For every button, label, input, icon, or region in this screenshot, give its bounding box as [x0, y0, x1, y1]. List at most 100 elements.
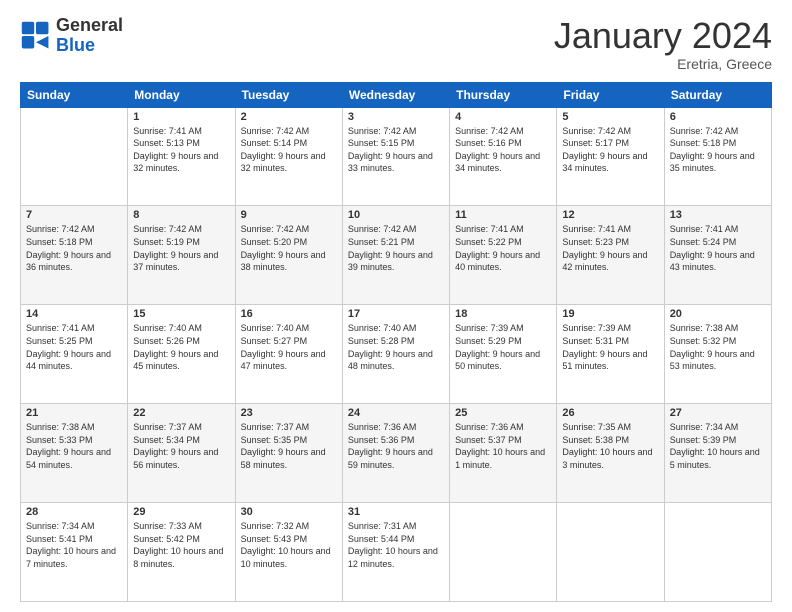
day-number: 8: [133, 209, 229, 221]
sunset-text: Sunset: 5:31 PM: [562, 335, 658, 348]
day-number: 22: [133, 407, 229, 419]
day-number: 28: [26, 506, 122, 518]
sunset-text: Sunset: 5:24 PM: [670, 236, 766, 249]
daylight-text: Daylight: 9 hours and 34 minutes.: [455, 150, 551, 175]
daylight-text: Daylight: 9 hours and 51 minutes.: [562, 348, 658, 373]
table-cell: [557, 503, 664, 602]
cell-text: Sunrise: 7:41 AM Sunset: 5:22 PM Dayligh…: [455, 223, 551, 273]
cell-text: Sunrise: 7:41 AM Sunset: 5:25 PM Dayligh…: [26, 322, 122, 372]
daylight-text: Daylight: 9 hours and 56 minutes.: [133, 446, 229, 471]
daylight-text: Daylight: 9 hours and 48 minutes.: [348, 348, 444, 373]
sunset-text: Sunset: 5:19 PM: [133, 236, 229, 249]
sunset-text: Sunset: 5:15 PM: [348, 137, 444, 150]
day-number: 30: [241, 506, 337, 518]
sunset-text: Sunset: 5:43 PM: [241, 533, 337, 546]
sunset-text: Sunset: 5:33 PM: [26, 434, 122, 447]
sunset-text: Sunset: 5:26 PM: [133, 335, 229, 348]
daylight-text: Daylight: 9 hours and 32 minutes.: [241, 150, 337, 175]
cell-text: Sunrise: 7:34 AM Sunset: 5:41 PM Dayligh…: [26, 520, 122, 570]
day-number: 6: [670, 111, 766, 123]
daylight-text: Daylight: 9 hours and 39 minutes.: [348, 249, 444, 274]
cell-text: Sunrise: 7:38 AM Sunset: 5:32 PM Dayligh…: [670, 322, 766, 372]
sunrise-text: Sunrise: 7:31 AM: [348, 520, 444, 533]
sunrise-text: Sunrise: 7:37 AM: [133, 421, 229, 434]
table-cell: 27 Sunrise: 7:34 AM Sunset: 5:39 PM Dayl…: [664, 404, 771, 503]
cell-text: Sunrise: 7:42 AM Sunset: 5:18 PM Dayligh…: [26, 223, 122, 273]
sunrise-text: Sunrise: 7:38 AM: [670, 322, 766, 335]
sunset-text: Sunset: 5:25 PM: [26, 335, 122, 348]
table-cell: 22 Sunrise: 7:37 AM Sunset: 5:34 PM Dayl…: [128, 404, 235, 503]
sunrise-text: Sunrise: 7:37 AM: [241, 421, 337, 434]
sunrise-text: Sunrise: 7:42 AM: [348, 223, 444, 236]
table-cell: [450, 503, 557, 602]
daylight-text: Daylight: 9 hours and 53 minutes.: [670, 348, 766, 373]
col-tuesday: Tuesday: [235, 82, 342, 107]
cell-text: Sunrise: 7:31 AM Sunset: 5:44 PM Dayligh…: [348, 520, 444, 570]
day-number: 29: [133, 506, 229, 518]
sunrise-text: Sunrise: 7:42 AM: [455, 125, 551, 138]
table-cell: 30 Sunrise: 7:32 AM Sunset: 5:43 PM Dayl…: [235, 503, 342, 602]
logo: General Blue: [20, 16, 123, 56]
sunrise-text: Sunrise: 7:42 AM: [348, 125, 444, 138]
table-cell: 12 Sunrise: 7:41 AM Sunset: 5:23 PM Dayl…: [557, 206, 664, 305]
daylight-text: Daylight: 9 hours and 32 minutes.: [133, 150, 229, 175]
cell-text: Sunrise: 7:42 AM Sunset: 5:18 PM Dayligh…: [670, 125, 766, 175]
daylight-text: Daylight: 9 hours and 37 minutes.: [133, 249, 229, 274]
day-number: 3: [348, 111, 444, 123]
table-cell: 2 Sunrise: 7:42 AM Sunset: 5:14 PM Dayli…: [235, 107, 342, 206]
sunset-text: Sunset: 5:20 PM: [241, 236, 337, 249]
table-cell: 3 Sunrise: 7:42 AM Sunset: 5:15 PM Dayli…: [342, 107, 449, 206]
daylight-text: Daylight: 9 hours and 34 minutes.: [562, 150, 658, 175]
sunset-text: Sunset: 5:39 PM: [670, 434, 766, 447]
day-number: 1: [133, 111, 229, 123]
table-cell: [21, 107, 128, 206]
sunset-text: Sunset: 5:44 PM: [348, 533, 444, 546]
sunset-text: Sunset: 5:14 PM: [241, 137, 337, 150]
cell-text: Sunrise: 7:36 AM Sunset: 5:36 PM Dayligh…: [348, 421, 444, 471]
day-number: 19: [562, 308, 658, 320]
header-row: Sunday Monday Tuesday Wednesday Thursday…: [21, 82, 772, 107]
day-number: 5: [562, 111, 658, 123]
day-number: 4: [455, 111, 551, 123]
sunrise-text: Sunrise: 7:41 AM: [670, 223, 766, 236]
table-cell: 15 Sunrise: 7:40 AM Sunset: 5:26 PM Dayl…: [128, 305, 235, 404]
daylight-text: Daylight: 9 hours and 35 minutes.: [670, 150, 766, 175]
cell-text: Sunrise: 7:40 AM Sunset: 5:28 PM Dayligh…: [348, 322, 444, 372]
sunrise-text: Sunrise: 7:38 AM: [26, 421, 122, 434]
sunset-text: Sunset: 5:36 PM: [348, 434, 444, 447]
table-cell: 16 Sunrise: 7:40 AM Sunset: 5:27 PM Dayl…: [235, 305, 342, 404]
location: Eretria, Greece: [554, 56, 772, 72]
table-cell: 17 Sunrise: 7:40 AM Sunset: 5:28 PM Dayl…: [342, 305, 449, 404]
cell-text: Sunrise: 7:35 AM Sunset: 5:38 PM Dayligh…: [562, 421, 658, 471]
daylight-text: Daylight: 9 hours and 42 minutes.: [562, 249, 658, 274]
sunset-text: Sunset: 5:17 PM: [562, 137, 658, 150]
logo-text: General Blue: [56, 16, 123, 56]
cell-text: Sunrise: 7:42 AM Sunset: 5:21 PM Dayligh…: [348, 223, 444, 273]
sunset-text: Sunset: 5:16 PM: [455, 137, 551, 150]
cell-text: Sunrise: 7:41 AM Sunset: 5:23 PM Dayligh…: [562, 223, 658, 273]
cell-text: Sunrise: 7:37 AM Sunset: 5:34 PM Dayligh…: [133, 421, 229, 471]
logo-icon: [20, 20, 52, 52]
day-number: 23: [241, 407, 337, 419]
cell-text: Sunrise: 7:39 AM Sunset: 5:31 PM Dayligh…: [562, 322, 658, 372]
cell-text: Sunrise: 7:40 AM Sunset: 5:27 PM Dayligh…: [241, 322, 337, 372]
daylight-text: Daylight: 10 hours and 7 minutes.: [26, 545, 122, 570]
sunrise-text: Sunrise: 7:36 AM: [455, 421, 551, 434]
daylight-text: Daylight: 10 hours and 8 minutes.: [133, 545, 229, 570]
title-block: January 2024 Eretria, Greece: [554, 16, 772, 72]
week-row-1: 7 Sunrise: 7:42 AM Sunset: 5:18 PM Dayli…: [21, 206, 772, 305]
cell-text: Sunrise: 7:41 AM Sunset: 5:13 PM Dayligh…: [133, 125, 229, 175]
daylight-text: Daylight: 9 hours and 58 minutes.: [241, 446, 337, 471]
sunrise-text: Sunrise: 7:36 AM: [348, 421, 444, 434]
table-cell: 13 Sunrise: 7:41 AM Sunset: 5:24 PM Dayl…: [664, 206, 771, 305]
daylight-text: Daylight: 9 hours and 43 minutes.: [670, 249, 766, 274]
sunrise-text: Sunrise: 7:40 AM: [133, 322, 229, 335]
week-row-3: 21 Sunrise: 7:38 AM Sunset: 5:33 PM Dayl…: [21, 404, 772, 503]
col-saturday: Saturday: [664, 82, 771, 107]
day-number: 14: [26, 308, 122, 320]
cell-text: Sunrise: 7:37 AM Sunset: 5:35 PM Dayligh…: [241, 421, 337, 471]
cell-text: Sunrise: 7:42 AM Sunset: 5:17 PM Dayligh…: [562, 125, 658, 175]
daylight-text: Daylight: 9 hours and 54 minutes.: [26, 446, 122, 471]
table-cell: 5 Sunrise: 7:42 AM Sunset: 5:17 PM Dayli…: [557, 107, 664, 206]
col-sunday: Sunday: [21, 82, 128, 107]
